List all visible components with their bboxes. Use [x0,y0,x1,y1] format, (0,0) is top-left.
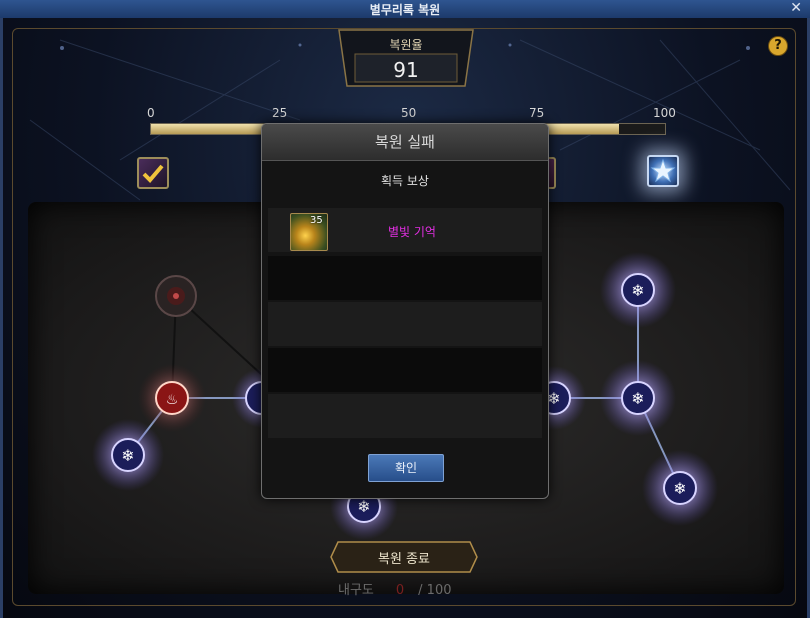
reward-row-empty [268,348,542,392]
durability-readout: 내구도 0 / 100 [338,579,452,598]
reward-row-empty [268,394,542,438]
confirm-button[interactable]: 확인 [368,454,444,482]
star-node[interactable]: ❄ [600,252,676,328]
end-restore-label: 복원 종료 [378,552,430,567]
svg-text:♨: ♨ [166,392,179,408]
svg-text:❄: ❄ [357,497,370,516]
reward-row-empty [268,302,542,346]
durability-max: / 100 [418,583,452,598]
fire-node[interactable]: ♨ [138,364,206,432]
star-node[interactable]: ❄ [600,360,676,436]
locked-node[interactable] [155,275,197,317]
durability-label: 내구도 [338,583,374,598]
restore-failed-dialog: 복원 실패 획득 보상 35 별빛 기억 확인 [261,123,549,499]
end-restore-button[interactable]: 복원 종료 [330,541,478,573]
svg-text:❄: ❄ [547,389,560,408]
svg-text:❄: ❄ [121,446,134,465]
reward-count: 35 [310,215,323,226]
reward-header: 획득 보상 [381,174,429,188]
reward-row-empty [268,256,542,300]
dialog-title: 복원 실패 [262,124,548,161]
star-node[interactable]: ❄ [642,450,718,526]
svg-text:❄: ❄ [631,389,644,408]
star-node[interactable]: ❄ [92,419,164,491]
durability-current: 0 [395,583,405,598]
svg-text:❄: ❄ [631,281,644,300]
svg-text:❄: ❄ [673,479,686,498]
reward-name: 별빛 기억 [388,225,436,239]
